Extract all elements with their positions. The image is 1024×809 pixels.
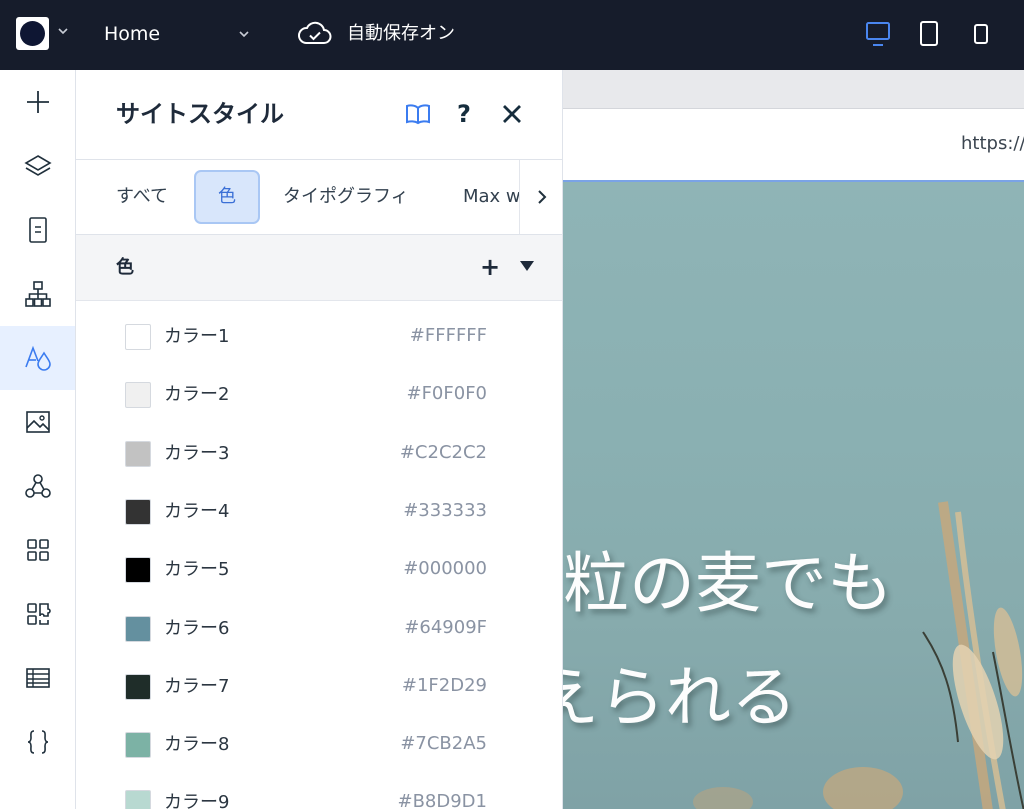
dev-mode-button[interactable] <box>0 710 75 774</box>
autosave-status: 自動保存オン <box>347 23 455 44</box>
page-selector-chevron-icon[interactable] <box>236 26 252 42</box>
color-row[interactable]: カラー4 #333333 <box>76 483 562 541</box>
style-tabs: すべて 色 タイポグラフィ Max w <box>76 160 562 234</box>
cms-button[interactable] <box>0 646 75 710</box>
color-hex-value: #C2C2C2 <box>399 441 487 463</box>
collapse-triangle-icon[interactable] <box>520 261 534 271</box>
color-hex-value: #FFFFFF <box>409 325 487 346</box>
cms-table-icon <box>25 668 50 688</box>
color-swatch[interactable] <box>125 498 151 525</box>
tab-max-width[interactable]: Max w <box>463 160 521 234</box>
pages-button[interactable] <box>0 198 75 262</box>
chevron-down-icon[interactable] <box>56 24 70 38</box>
panel-title: サイトスタイル <box>116 100 284 128</box>
tabs-scroll-right-button[interactable] <box>519 160 562 234</box>
color-hex-value: #B8D9D1 <box>397 791 487 809</box>
color-row[interactable]: カラー7 #1F2D29 <box>76 658 562 716</box>
close-button[interactable] <box>498 100 526 128</box>
color-row[interactable]: カラー6 #64909F <box>76 600 562 658</box>
add-elements-button[interactable] <box>0 70 75 134</box>
site-logo-button[interactable] <box>16 17 49 50</box>
color-name: カラー1 <box>164 326 230 347</box>
help-button[interactable]: ? <box>450 100 478 128</box>
connections-button[interactable] <box>0 454 75 518</box>
site-hero-section[interactable]: 粒の麦でも えられる <box>563 180 1024 809</box>
media-icon <box>25 411 50 433</box>
color-hex-value: #000000 <box>403 558 487 580</box>
add-icon <box>26 91 49 113</box>
media-button[interactable] <box>0 390 75 454</box>
apps-icon <box>26 539 49 561</box>
tablet-view-icon[interactable] <box>917 19 941 49</box>
color-name: カラー7 <box>164 675 230 697</box>
left-toolbar <box>0 70 76 809</box>
color-name: カラー6 <box>164 617 230 639</box>
color-row[interactable]: カラー1 #FFFFFF <box>76 308 562 366</box>
top-bar: Home 自動保存オン <box>0 0 1024 70</box>
page-icon <box>28 217 47 243</box>
sitemap-button[interactable] <box>0 262 75 326</box>
site-url: https:// <box>961 133 1024 154</box>
color-section-header[interactable]: 色 + <box>76 235 562 301</box>
hero-heading-line-2[interactable]: えられる <box>563 644 797 740</box>
page-selector-label[interactable]: Home <box>104 22 160 46</box>
site-style-icon <box>24 345 51 371</box>
color-swatch[interactable] <box>125 324 151 350</box>
color-swatch[interactable] <box>125 382 151 409</box>
color-name: カラー3 <box>164 442 230 464</box>
color-row[interactable]: カラー5 #000000 <box>76 541 562 599</box>
connections-icon <box>24 474 51 498</box>
color-swatch[interactable] <box>125 557 151 584</box>
tab-typography[interactable]: タイポグラフィ <box>283 160 409 234</box>
tab-color[interactable]: 色 <box>194 170 260 224</box>
color-swatch[interactable] <box>125 673 151 700</box>
color-name: カラー8 <box>164 734 230 756</box>
color-hex-value: #64909F <box>404 616 487 638</box>
hero-heading-line-1[interactable]: 粒の麦でも <box>563 530 893 626</box>
color-swatch[interactable] <box>125 732 151 759</box>
code-icon <box>27 730 48 754</box>
layers-button[interactable] <box>0 134 75 198</box>
cloud-check-icon <box>298 21 332 44</box>
color-row[interactable]: カラー2 #F0F0F0 <box>76 366 562 424</box>
chevron-right-icon <box>537 190 546 204</box>
desktop-view-icon[interactable] <box>863 19 893 49</box>
browser-bar: https:// <box>563 108 1024 180</box>
close-icon <box>503 105 521 123</box>
site-style-button[interactable] <box>0 326 75 390</box>
color-row[interactable]: カラー3 #C2C2C2 <box>76 425 562 483</box>
section-title: 色 <box>116 257 134 278</box>
color-swatch[interactable] <box>125 790 151 809</box>
editor-canvas[interactable]: https:// 粒の麦でも えられる <box>563 70 1024 809</box>
site-style-panel: サイトスタイル ? すべて 色 タイポグラフィ Max w 色 + カラー1 #F… <box>76 70 563 809</box>
layers-icon <box>23 155 52 176</box>
learn-more-button[interactable] <box>404 100 432 128</box>
mobile-view-icon[interactable] <box>971 19 991 49</box>
color-row[interactable]: カラー8 #7CB2A5 <box>76 716 562 774</box>
color-hex-value: #1F2D29 <box>401 674 487 696</box>
book-icon <box>406 104 430 125</box>
color-name: カラー5 <box>164 559 230 581</box>
color-hex-value: #7CB2A5 <box>400 733 487 755</box>
color-swatch[interactable] <box>125 440 151 467</box>
apps-button[interactable] <box>0 518 75 582</box>
color-row[interactable]: カラー9 #B8D9D1 <box>76 774 562 809</box>
logo-icon <box>20 21 45 46</box>
tab-all[interactable]: すべて <box>116 160 168 234</box>
color-name: カラー9 <box>164 792 230 809</box>
color-hex-value: #333333 <box>403 499 487 521</box>
add-color-button[interactable]: + <box>480 253 500 281</box>
color-name: カラー2 <box>164 384 230 406</box>
business-icon <box>26 603 51 625</box>
sitemap-icon <box>24 281 51 307</box>
color-swatch[interactable] <box>125 615 151 642</box>
color-name: カラー4 <box>164 500 230 522</box>
business-solutions-button[interactable] <box>0 582 75 646</box>
color-hex-value: #F0F0F0 <box>406 383 488 405</box>
